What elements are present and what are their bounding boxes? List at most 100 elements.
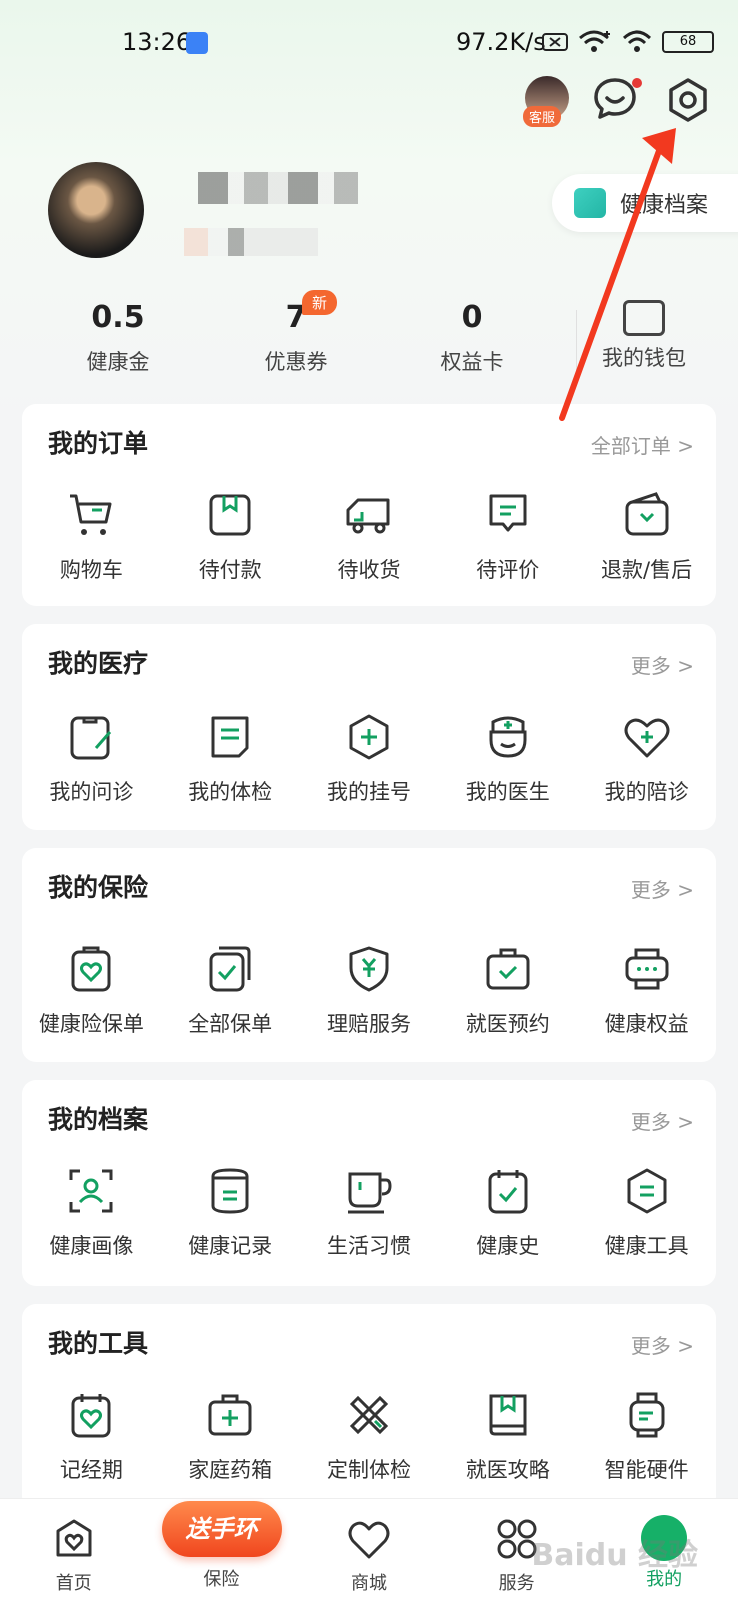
item-health-tool[interactable]: 健康工具 [577,1166,716,1260]
item-label: 全部保单 [188,1012,273,1036]
customer-service-label[interactable]: 客服 [523,106,562,127]
tools-items: 记经期 家庭药箱 定制体检 就医攻略 智能硬件 [22,1390,716,1484]
item-health-history[interactable]: 健康史 [438,1166,577,1260]
profile-section [48,162,358,258]
item-label: 待评价 [476,558,540,582]
register-icon [349,714,389,760]
stat-coupons[interactable]: 7 优惠券 [216,296,376,376]
card-title: 我的工具 [48,1329,149,1358]
item-all-policies[interactable]: 全部保单 [161,944,300,1038]
item-health-record[interactable]: 健康记录 [161,1166,300,1260]
stat-benefit-card[interactable]: 0 权益卡 [392,296,552,376]
watermark: Baidu 经验 [531,1538,698,1573]
status-bar: 13:26 97.2K/s 68 [0,22,738,62]
period-icon [71,1394,111,1438]
folder-plus-icon [574,188,606,218]
calendar-check-icon [488,1170,528,1214]
card-title: 我的医疗 [48,649,149,678]
tab-label: 首页 [55,1573,92,1594]
stat-wallet[interactable]: 我的钱包 [564,296,724,372]
tab-home[interactable]: 首页 [0,1499,148,1600]
item-health-policy[interactable]: 健康险保单 [22,944,161,1038]
item-label: 健康工具 [604,1234,689,1258]
item-label: 理赔服务 [326,1012,411,1036]
refund-icon [625,492,669,536]
item-cart[interactable]: 购物车 [22,490,161,584]
item-pending-payment[interactable]: 待付款 [161,490,300,584]
item-label: 就医攻略 [465,1458,550,1482]
item-label: 记经期 [59,1458,123,1482]
item-label: 就医预约 [465,1012,550,1036]
orders-items: 购物车 待付款 待收货 待评价 退款/售后 [22,490,716,584]
item-label: 健康权益 [604,1012,689,1036]
stat-label: 健康金 [86,350,150,374]
tool-icon [627,1168,667,1214]
item-label: 我的陪诊 [604,780,689,804]
notification-app-icon [186,32,208,54]
new-badge: 新 [302,290,338,315]
item-health-portrait[interactable]: 健康画像 [22,1166,161,1260]
consult-icon [70,716,112,760]
user-avatar[interactable] [48,162,144,258]
item-pending-review[interactable]: 待评价 [438,490,577,584]
signal-off-icon [542,33,568,51]
tab-mall[interactable]: 商城 [295,1499,443,1600]
more-link[interactable]: 更多 > [631,650,694,679]
network-speed: 97.2K/s [456,28,546,56]
item-label: 健康画像 [49,1234,134,1258]
item-my-escort[interactable]: 我的陪诊 [577,712,716,806]
settings-icon[interactable] [664,76,712,124]
tools-card: 我的工具 更多 > 记经期 家庭药箱 定制体检 就医攻略 智能硬件 [22,1304,716,1510]
item-my-doctor[interactable]: 我的医生 [438,712,577,806]
cart-icon [70,494,112,535]
stat-label: 权益卡 [440,350,504,374]
item-health-benefit[interactable]: 健康权益 [577,944,716,1038]
item-pending-delivery[interactable]: 待收货 [300,490,439,584]
item-my-registration[interactable]: 我的挂号 [300,712,439,806]
stat-value: 7 [285,300,307,335]
item-label: 我的问诊 [49,780,134,804]
stats-row: 0.5 健康金 7 优惠券 新 0 权益卡 我的钱包 [0,290,738,386]
user-info-blurred [184,228,318,256]
policy-icon [71,946,111,992]
medical-items: 我的问诊 我的体检 我的挂号 我的医生 我的陪诊 [22,712,716,806]
stat-value: 0 [461,300,483,335]
item-label: 定制体检 [326,1458,411,1482]
custom-checkup-icon [349,1395,389,1435]
item-label: 待付款 [198,558,262,582]
promo-badge[interactable]: 送手环 [161,1501,282,1557]
wifi-icon [622,30,652,52]
item-smart-device[interactable]: 智能硬件 [577,1390,716,1484]
wifi-plus-icon [579,30,610,52]
item-custom-checkup[interactable]: 定制体检 [300,1390,439,1484]
tab-insurance[interactable]: 送手环 保险 [148,1499,296,1600]
item-label: 智能硬件 [604,1458,689,1482]
item-refund[interactable]: 退款/售后 [577,490,716,584]
item-medical-guide[interactable]: 就医攻略 [438,1390,577,1484]
item-label: 待收货 [337,558,401,582]
item-period[interactable]: 记经期 [22,1390,161,1484]
insurance-items: 健康险保单 全部保单 理赔服务 就医预约 健康权益 [22,944,716,1038]
more-link[interactable]: 更多 > [631,874,694,903]
stat-health-gold[interactable]: 0.5 健康金 [38,296,198,376]
all-orders-link[interactable]: 全部订单 > [591,430,694,459]
card-title: 我的保险 [48,873,149,902]
doctor-icon [489,716,527,758]
heart-icon [348,1521,390,1559]
guide-icon [489,1394,527,1436]
item-lifestyle[interactable]: 生活习惯 [300,1166,439,1260]
item-my-consult[interactable]: 我的问诊 [22,712,161,806]
item-medical-appointment[interactable]: 就医预约 [438,944,577,1038]
battery-icon: 68 [662,31,714,53]
more-link[interactable]: 更多 > [631,1106,694,1135]
card-title: 我的订单 [48,429,149,458]
more-link[interactable]: 更多 > [631,1330,694,1359]
cup-icon [347,1172,392,1214]
item-claim-service[interactable]: 理赔服务 [300,944,439,1038]
item-my-checkup[interactable]: 我的体检 [161,712,300,806]
item-medicine-box[interactable]: 家庭药箱 [161,1390,300,1484]
item-label: 退款/售后 [601,558,693,582]
health-file-button[interactable]: 健康档案 [552,174,738,232]
item-label: 我的挂号 [326,780,411,804]
heart-plus-icon [624,718,670,758]
